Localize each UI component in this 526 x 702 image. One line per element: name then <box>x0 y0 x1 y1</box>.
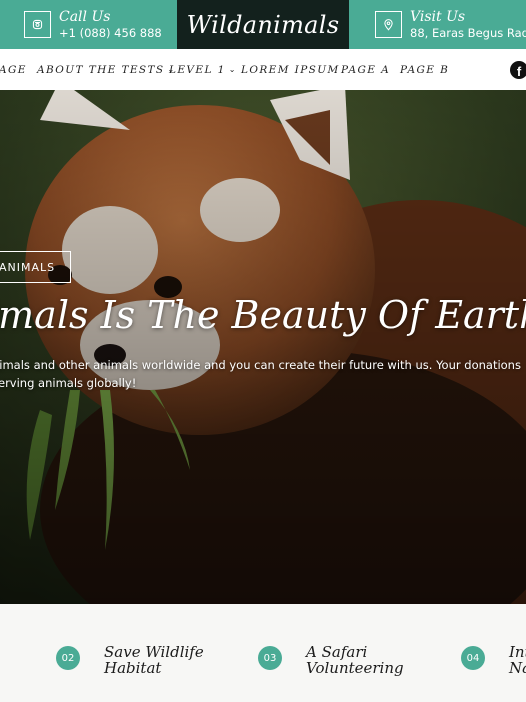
call-us-label: Call Us <box>59 8 111 25</box>
feature-number-badge: 02 <box>56 646 80 670</box>
feature-title: Int Na <box>509 644 526 676</box>
main-navigation: AGE ABOUT THE TESTS ⌄ LEVEL 1 ⌄ LOREM IP… <box>0 49 526 90</box>
feature-title-line: Save Wildlife <box>104 643 204 661</box>
call-us-contact[interactable]: Call Us +1 (088) 456 888 <box>24 0 162 49</box>
hero-description-line: serving animals globally! <box>0 376 137 390</box>
nav-item-label: LOREM IPSUM <box>241 63 340 76</box>
site-logo[interactable]: Wildanimals <box>177 0 349 49</box>
nav-item-page-a[interactable]: PAGE A <box>341 49 390 90</box>
feature-item-save-wildlife-habitat[interactable]: 02 Save Wildlife Habitat <box>56 644 204 676</box>
feature-title-line: Volunteering <box>306 659 404 677</box>
visit-us-address: 88, Earas Begus Rad, <box>410 25 526 40</box>
hero-category-tag[interactable]: ANIMALS <box>0 251 71 283</box>
feature-item-safari-volunteering[interactable]: 03 A Safari Volunteering <box>258 644 404 676</box>
nav-item-label: PAGE A <box>341 63 391 76</box>
hero-background-image <box>0 90 526 604</box>
feature-title: A Safari Volunteering <box>306 644 404 676</box>
feature-number-badge: 03 <box>258 646 282 670</box>
nav-item-label: LEVEL 1 <box>169 63 226 76</box>
top-bar: Call Us +1 (088) 456 888 Wildanimals Vis… <box>0 0 526 49</box>
nav-item-home-page[interactable]: AGE <box>0 49 27 90</box>
nav-item-lorem-ipsum[interactable]: LOREM IPSUM <box>241 49 340 90</box>
nav-item-label: PAGE B <box>400 63 450 76</box>
hero-title: imals Is The Beauty Of Earth <box>0 293 526 337</box>
features-section: 02 Save Wildlife Habitat 03 A Safari Vol… <box>0 604 526 702</box>
nav-item-label: ABOUT THE TESTS <box>37 63 165 76</box>
nav-item-label: AGE <box>0 63 27 76</box>
phone-icon <box>24 11 51 38</box>
site-logo-text: Wildanimals <box>186 10 340 39</box>
feature-title-line: Int <box>509 643 526 661</box>
nav-item-level-1[interactable]: LEVEL 1 ⌄ <box>169 49 237 90</box>
hero-banner: ANIMALS imals Is The Beauty Of Earth nim… <box>0 90 526 604</box>
feature-title-line: Na <box>509 659 526 677</box>
hero-description: nimals and other animals worldwide and y… <box>0 356 526 392</box>
feature-title-line: A Safari <box>306 643 368 661</box>
call-us-phone[interactable]: +1 (088) 456 888 <box>59 26 162 40</box>
feature-title: Save Wildlife Habitat <box>104 644 204 676</box>
hero-description-line: nimals and other animals worldwide and y… <box>0 358 521 372</box>
location-pin-icon <box>375 11 402 38</box>
visit-us-contact[interactable]: Visit Us 88, Earas Begus Rad, <box>375 0 526 49</box>
hero-category-label: ANIMALS <box>0 260 56 274</box>
feature-title-line: Habitat <box>104 659 162 677</box>
visit-us-label: Visit Us <box>410 8 466 25</box>
chevron-down-icon: ⌄ <box>228 65 237 74</box>
facebook-icon[interactable]: f <box>510 61 526 79</box>
nav-item-about-the-tests[interactable]: ABOUT THE TESTS ⌄ <box>37 49 176 90</box>
nav-item-page-b[interactable]: PAGE B <box>400 49 449 90</box>
feature-item-international[interactable]: 04 Int Na <box>461 644 526 676</box>
feature-number-badge: 04 <box>461 646 485 670</box>
